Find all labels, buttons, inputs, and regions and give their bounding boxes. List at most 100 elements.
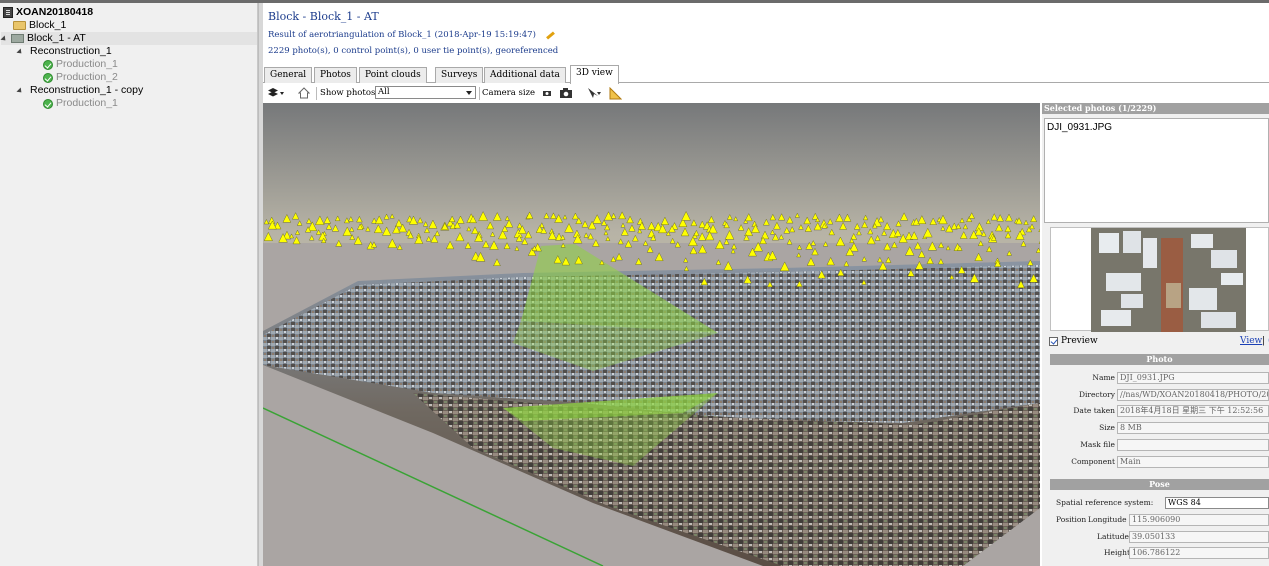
field-row-size: Size 8 MB — [1050, 422, 1269, 435]
layers-icon — [268, 88, 284, 97]
check-icon — [43, 72, 53, 83]
name-field[interactable]: DJI_0931.JPG — [1117, 372, 1269, 384]
size-field[interactable]: 8 MB — [1117, 422, 1269, 434]
selected-photos-list[interactable]: DJI_0931.JPG — [1044, 118, 1269, 223]
block-stats: 2229 photo(s), 0 control point(s), 0 use… — [268, 46, 559, 56]
field-label: Name — [1092, 373, 1115, 382]
field-row-directory: Directory //nas/WD/XOAN20180418/PHOTO/20… — [1050, 389, 1269, 402]
position-label: Position — [1056, 515, 1087, 524]
date-taken-field[interactable]: 2018年4月18日 星期三 下午 12:52:56 — [1117, 405, 1269, 417]
tab-photos[interactable]: Photos — [314, 67, 357, 83]
component-field[interactable]: Main — [1117, 456, 1269, 468]
list-item[interactable]: DJI_0931.JPG — [1047, 122, 1112, 133]
check-icon — [43, 98, 53, 109]
field-row-component: Component Main — [1050, 456, 1269, 469]
tree-item-label: Reconstruction_1 — [30, 45, 112, 57]
camera-smaller-button[interactable] — [542, 84, 552, 102]
tree-item-label: Production_2 — [56, 71, 118, 83]
block-view: Block - Block_1 - AT Result of aerotrian… — [263, 3, 1269, 566]
photo-thumbnail — [1050, 227, 1269, 332]
preview-row: Preview View | ( — [1049, 334, 1269, 348]
tree-item-production[interactable]: Production_2 — [43, 71, 118, 84]
link-separator: | — [1262, 336, 1266, 346]
tree-project-label: XOAN20180418 — [16, 6, 94, 18]
field-label: Mask file — [1080, 440, 1115, 449]
field-label: Size — [1099, 423, 1115, 432]
project-icon — [3, 7, 13, 18]
tree-item-label: Block_1 — [29, 19, 67, 31]
tree-item-label: Block_1 - AT — [27, 32, 86, 44]
pointer-star-icon — [588, 88, 601, 98]
tab-point-clouds[interactable]: Point clouds — [359, 67, 427, 83]
camera-small-icon — [543, 91, 551, 96]
expand-arrow-icon[interactable] — [16, 47, 24, 56]
pencil-icon[interactable] — [545, 30, 555, 40]
view-toolbar: Show photos All Camera size — [263, 84, 1269, 102]
chevron-down-icon — [466, 91, 472, 95]
page-title: Block - Block_1 - AT — [268, 10, 379, 23]
latitude-field[interactable]: 39.050133 — [1129, 531, 1269, 543]
latitude-label: Latitude — [1097, 532, 1129, 541]
tree-item-reconstruction-copy[interactable]: Reconstruction_1 - copy — [16, 84, 143, 97]
directory-field[interactable]: //nas/WD/XOAN20180418/PHOTO/20180 — [1117, 389, 1269, 401]
home-icon — [298, 87, 310, 99]
camera-size-label: Camera size — [482, 88, 536, 98]
field-label: Component — [1071, 457, 1115, 466]
pose-section-header: Pose — [1050, 479, 1269, 490]
result-line: Result of aerotriangulation of Block_1 (… — [268, 30, 555, 40]
tree-item-label: Production_1 — [56, 58, 118, 70]
expand-arrow-icon[interactable] — [16, 86, 24, 95]
layers-button[interactable] — [268, 84, 286, 102]
result-text: Result of aerotriangulation of Block_1 (… — [268, 30, 536, 40]
block-icon — [11, 34, 24, 43]
srs-row: Spatial reference system: WGS 84 — [1050, 497, 1269, 510]
tab-3d-view[interactable]: 3D view — [570, 65, 619, 84]
srs-label: Spatial reference system: — [1056, 498, 1154, 507]
photo-section-header: Photo — [1050, 354, 1269, 365]
srs-select[interactable]: WGS 84 — [1165, 497, 1269, 509]
check-icon — [43, 59, 53, 70]
height-row: Height 106.786122 — [1050, 547, 1269, 560]
tree-item-reconstruction[interactable]: Reconstruction_1 — [16, 45, 112, 58]
preview-checkbox[interactable] — [1049, 336, 1058, 346]
aerial-photo-image — [1091, 228, 1246, 332]
height-field[interactable]: 106.786122 — [1129, 547, 1269, 559]
tree-project-node[interactable]: XOAN20180418 — [3, 6, 93, 19]
camera-larger-button[interactable] — [559, 84, 573, 102]
3d-scene[interactable] — [263, 103, 1040, 566]
home-button[interactable] — [298, 84, 310, 102]
tab-additional-data[interactable]: Additional data — [484, 67, 566, 83]
height-label: Height — [1104, 548, 1131, 557]
tab-bar: General Photos Point clouds Surveys Addi… — [263, 65, 1269, 84]
view-link[interactable]: View — [1240, 336, 1262, 346]
mask-file-field[interactable] — [1117, 439, 1269, 451]
tree-item-production[interactable]: Production_1 — [43, 58, 118, 71]
tab-general[interactable]: General — [264, 67, 313, 83]
navigation-mode-button[interactable] — [585, 84, 603, 102]
field-label: Date taken — [1073, 406, 1115, 415]
tree-item-block-at[interactable]: Block_1 - AT — [0, 32, 257, 45]
folder-icon — [13, 21, 26, 30]
show-photos-label: Show photos — [320, 88, 376, 98]
field-row-date-taken: Date taken 2018年4月18日 星期三 下午 12:52:56 — [1050, 405, 1269, 418]
tree-item-production[interactable]: Production_1 — [43, 97, 118, 110]
latitude-row: Latitude 39.050133 — [1050, 531, 1269, 544]
tree-item-block[interactable]: Block_1 — [13, 19, 66, 32]
ruler-icon — [609, 86, 622, 99]
field-row-name: Name DJI_0931.JPG — [1050, 372, 1269, 385]
show-photos-select[interactable]: All — [375, 86, 476, 99]
longitude-label: Longitude — [1088, 515, 1127, 524]
3d-viewport[interactable] — [263, 103, 1040, 566]
tree-item-label: Production_1 — [56, 97, 118, 109]
preview-label: Preview — [1061, 336, 1098, 346]
expand-arrow-icon[interactable] — [0, 34, 8, 43]
field-row-mask-file: Mask file — [1050, 439, 1269, 452]
show-photos-value: All — [378, 87, 390, 97]
camera-large-icon — [560, 88, 572, 98]
measure-button[interactable] — [609, 84, 622, 102]
tab-surveys[interactable]: Surveys — [435, 67, 484, 83]
project-tree[interactable]: XOAN20180418 Block_1 Block_1 - AT Recons… — [0, 3, 258, 566]
longitude-row: Position Longitude 115.906090 — [1050, 514, 1269, 527]
photo-properties-panel: Selected photos (1/2229) DJI_0931.JPG Pr… — [1042, 103, 1269, 566]
longitude-field[interactable]: 115.906090 — [1129, 514, 1269, 526]
